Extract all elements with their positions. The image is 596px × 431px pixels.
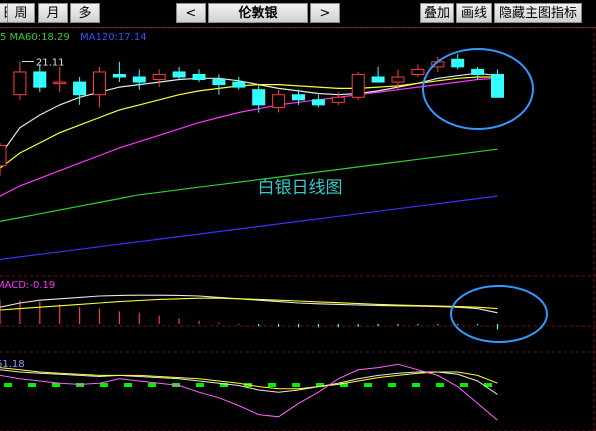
candle-body: [192, 73, 206, 81]
kdj-level-dash: [196, 383, 204, 387]
candle-body: [132, 76, 146, 83]
ma60-legend: 5 MA60:18.29: [0, 32, 70, 43]
period-month-button[interactable]: 月: [38, 3, 68, 23]
macd-dif-line: [0, 294, 498, 314]
kdj-level-dash: [124, 383, 132, 387]
candle: [411, 64, 425, 77]
chart-grid: [0, 27, 596, 431]
candle: [73, 77, 87, 105]
candle-body: [33, 71, 47, 88]
candle-body: [93, 71, 106, 96]
candle-body: [212, 79, 226, 86]
kdj-level-dash: [292, 383, 300, 387]
candle-body: [172, 71, 186, 78]
kdj-level-dash: [460, 383, 468, 387]
overlay-button[interactable]: 叠加: [420, 3, 454, 23]
kdj-level-dash: [412, 383, 420, 387]
max-price-marker: 21.11: [21, 58, 65, 69]
candle-body: [411, 68, 425, 75]
macd-panel: [0, 294, 499, 330]
period-week-button[interactable]: 周: [7, 3, 35, 23]
candle: [351, 71, 365, 100]
symbol-title: 伦敦银: [208, 3, 308, 23]
candle: [192, 69, 206, 83]
candle: [132, 69, 146, 90]
draw-line-button[interactable]: 画线: [456, 3, 492, 23]
candle-body: [232, 81, 246, 88]
candle: [152, 69, 166, 88]
candle: [491, 69, 504, 98]
candle: [53, 66, 67, 93]
more-periods-button[interactable]: 多: [70, 3, 100, 23]
next-symbol-button[interactable]: >: [310, 3, 340, 23]
max-price-label: 21.11: [36, 58, 65, 69]
highlight-circle-macd: [450, 285, 548, 343]
hide-main-indicator-button[interactable]: 隐藏主图指标: [494, 3, 582, 23]
kdj-level-dash: [268, 383, 276, 387]
kdj-level-dash: [76, 383, 84, 387]
kdj-level-dash: [388, 383, 396, 387]
kdj-level-dash: [364, 383, 372, 387]
candle-body: [491, 73, 504, 98]
ma120-legend: MA120:17.14: [80, 32, 147, 43]
candle: [371, 66, 385, 83]
ma-line: [0, 195, 498, 260]
toolbar: 日 周 月 多 < 伦敦银 > 叠加 画线 隐藏主图指标: [0, 0, 596, 28]
candle-body: [471, 68, 485, 75]
candle-body: [311, 99, 325, 106]
kdj-k-line: [0, 369, 498, 395]
candle: [112, 61, 126, 83]
candle: [13, 61, 27, 100]
candle: [232, 77, 246, 90]
kdj-level-dash: [436, 383, 444, 387]
candle-body: [391, 76, 405, 83]
highlight-circle-main: [422, 48, 534, 130]
candle: [212, 74, 226, 95]
candle-body: [351, 73, 365, 98]
candle-body: [0, 144, 7, 167]
kdj-level-dash: [28, 383, 36, 387]
candle: [172, 66, 186, 80]
macd-label: MACD:-0.19: [0, 280, 55, 291]
kdj-level-dash: [4, 383, 12, 387]
candle-body: [13, 71, 27, 96]
candle-body: [152, 73, 166, 81]
candle-body: [112, 73, 126, 78]
candle: [93, 66, 106, 108]
candle-body: [331, 96, 345, 103]
kdj-level-dash: [148, 383, 156, 387]
kdj-level-dash: [100, 383, 108, 387]
candle-body: [451, 58, 465, 68]
prev-symbol-button[interactable]: <: [176, 3, 206, 23]
candle: [451, 54, 465, 70]
chart-caption: 白银日线图: [258, 178, 343, 198]
ma-line: [0, 148, 498, 222]
candle: [272, 89, 286, 113]
candle-body: [252, 89, 266, 106]
candle-body: [371, 76, 385, 83]
candle: [311, 94, 325, 108]
candle-body: [292, 94, 305, 101]
candle-body: [53, 81, 67, 85]
chart-area: 5 MA60:18.29 MA120:17.14 21.11 白银日线图 MAC…: [0, 27, 596, 431]
kdj-panel: [0, 363, 498, 421]
moving-average-lines: [0, 72, 498, 260]
candle: [0, 142, 7, 176]
candle-body: [272, 94, 286, 108]
candle-body: [73, 81, 87, 96]
